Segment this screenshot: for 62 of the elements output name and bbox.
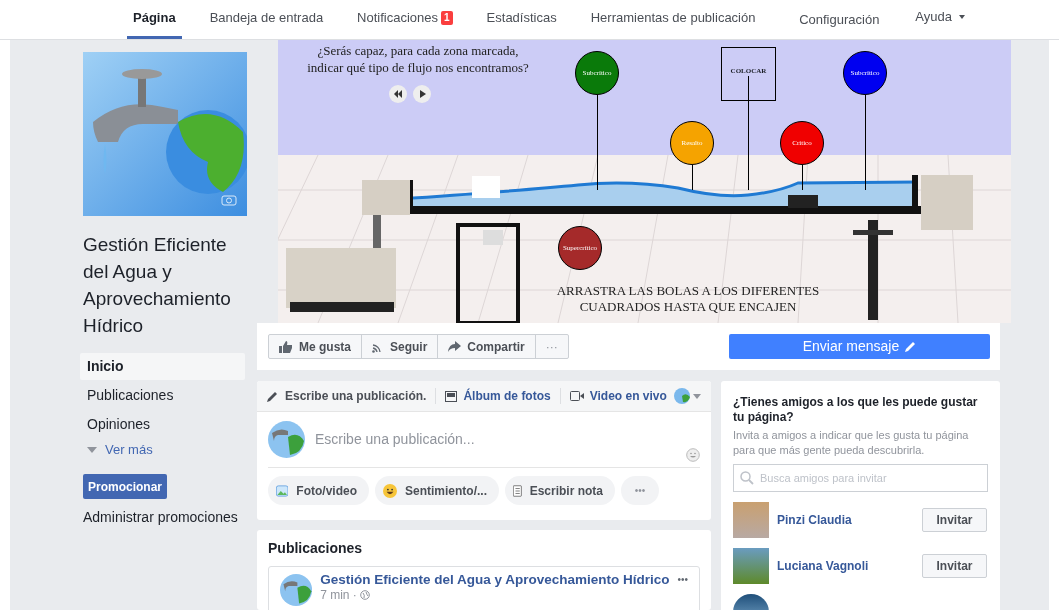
manage-promotions-link[interactable]: Administrar promociones [83, 507, 248, 528]
composer-button[interactable]: Sentimiento/... [375, 476, 499, 505]
help-menu[interactable]: Ayuda [915, 0, 966, 33]
photo-placeholder [733, 548, 769, 584]
emoji-icon [686, 448, 700, 462]
caret-icon [693, 393, 701, 399]
avatar-icon [674, 388, 690, 404]
share-arrow-icon [448, 341, 462, 352]
nav-tab[interactable]: Herramientas de publicación [584, 0, 762, 39]
video-camera-icon [569, 391, 584, 401]
composer-button[interactable]: Foto/video [268, 476, 369, 505]
photo-placeholder [733, 502, 769, 538]
caret-icon [87, 447, 97, 453]
play-icon [413, 85, 431, 103]
post-time: 7 min · [320, 588, 357, 602]
more-button[interactable]: ••• [677, 572, 688, 587]
leader-line [802, 165, 803, 190]
composer-button[interactable]: Escribir nota [505, 476, 615, 505]
see-more-link[interactable]: Ver más [83, 440, 248, 460]
promote-button[interactable]: Promocionar [83, 474, 167, 499]
nav-tab[interactable]: Notificaciones 1 [351, 0, 459, 39]
pencil-icon [267, 390, 279, 402]
post-author-link[interactable]: Gestión Eficiente del Agua y Aprovechamiento Hídrico [320, 572, 670, 588]
friend-name-link[interactable]: Luciana Vagnoli [777, 557, 922, 575]
globe-icon [359, 590, 370, 600]
send-message-button[interactable]: Enviar mensaje [729, 334, 990, 359]
page-name: Gestión Eficiente del Agua y Aprovechamiento Hídrico [83, 233, 232, 338]
leader-line [692, 165, 693, 190]
settings-link[interactable]: Configuración [799, 0, 880, 39]
composer-tab[interactable]: Álbum de fotos [445, 387, 551, 405]
page-selector[interactable] [674, 388, 701, 404]
sidebar-item[interactable]: Inicio [80, 353, 245, 380]
notification-badge: 1 [441, 11, 453, 25]
page-avatar [268, 421, 305, 458]
invite-button[interactable]: Invitar [922, 508, 987, 532]
friend-search-field[interactable]: Busca amigos para invitar [733, 464, 988, 492]
composer-tab[interactable]: Escribe una publicación. [267, 387, 427, 405]
friend-name-link[interactable]: Pinzi Claudia [777, 511, 922, 529]
cover-question: ¿Serás capaz, para cada zona marcada, indicar qué tipo de flujo nos encontramos? [306, 42, 530, 76]
nav-tab[interactable]: Estadísticas [480, 0, 563, 39]
nav-tab[interactable]: Bandeja de entrada [203, 0, 330, 39]
action-button[interactable]: Seguir [362, 335, 439, 358]
caret-icon [958, 13, 966, 20]
section-heading: Publicaciones [268, 539, 364, 558]
thumbs-up-icon [279, 340, 293, 353]
action-button[interactable]: Me gusta [269, 335, 362, 358]
page-avatar [280, 572, 313, 608]
sidebar-item[interactable]: Opiniones [80, 411, 245, 438]
cover-instruction: ARRASTRA LAS BOLAS A LOS DIFERENTES CUADRADOS HASTA QUE ENCAJEN [555, 283, 821, 315]
search-icon [740, 471, 754, 485]
invite-title: ¿Tienes amigos a los que les puede gustar tu página? [733, 395, 979, 425]
composer-tab[interactable]: Video en vivo [569, 387, 667, 405]
pencil-icon [905, 341, 917, 352]
sidebar-item[interactable]: Publicaciones [80, 382, 245, 409]
photo-album-icon [445, 390, 458, 402]
invite-description: Invita a amigos a indicar que les gusta tu página para que más gente pueda descubrirla. [733, 428, 970, 458]
photo-icon [276, 482, 289, 499]
post-input-field[interactable]: Escribe una publicación... [315, 429, 700, 450]
rewind-icon [389, 85, 407, 103]
invite-button[interactable]: Invitar [922, 554, 987, 578]
action-button[interactable]: Compartir [438, 335, 536, 358]
camera-icon [221, 194, 237, 206]
